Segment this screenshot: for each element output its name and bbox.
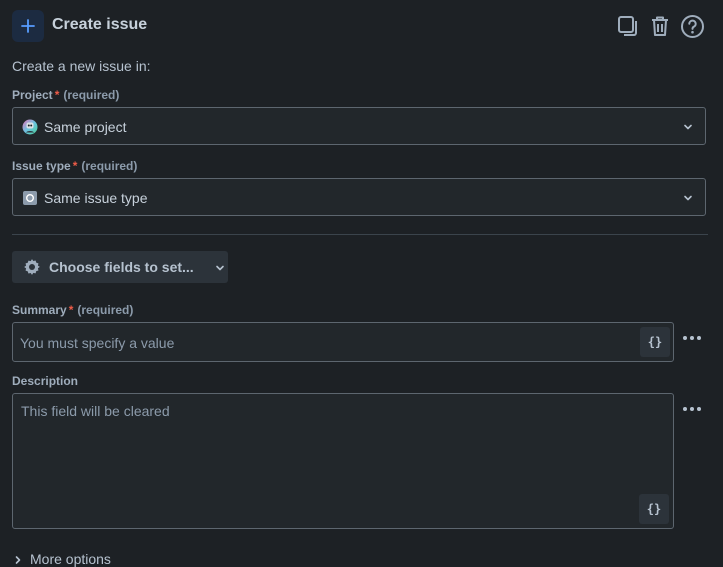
trash-icon <box>652 16 668 36</box>
issue-type-label-text: Issue type <box>12 159 71 173</box>
summary-more-button[interactable] <box>680 330 704 346</box>
summary-label: Summary * (required) <box>12 303 133 317</box>
chevron-down-icon <box>684 195 692 201</box>
issue-type-icon <box>23 191 37 205</box>
create-in-subtitle: Create a new issue in: <box>12 58 151 74</box>
summary-smart-value-button[interactable]: {} <box>640 327 670 357</box>
issue-type-select[interactable]: Same issue type <box>12 178 706 216</box>
issue-type-label: Issue type * (required) <box>12 159 137 173</box>
required-text: (required) <box>81 159 138 173</box>
description-more-button[interactable] <box>680 401 704 417</box>
description-label: Description <box>12 374 79 388</box>
description-placeholder: This field will be cleared <box>21 403 170 419</box>
required-star: * <box>68 303 74 317</box>
help-button[interactable] <box>679 13 705 39</box>
more-options-label: More options <box>30 551 111 567</box>
choose-fields-button[interactable]: Choose fields to set... <box>12 251 228 283</box>
help-icon <box>680 14 704 38</box>
project-label-text: Project <box>12 88 53 102</box>
header-plus-icon <box>12 10 44 42</box>
description-smart-value-button[interactable]: {} <box>639 494 669 524</box>
project-label: Project * (required) <box>12 88 119 102</box>
page-title: Create issue <box>52 16 148 33</box>
more-options-toggle[interactable]: More options <box>14 551 111 567</box>
required-text: (required) <box>63 88 120 102</box>
project-avatar-icon <box>22 119 38 135</box>
copy-button[interactable] <box>615 13 641 39</box>
section-divider <box>12 234 708 235</box>
required-star: * <box>54 88 60 102</box>
choose-fields-label: Choose fields to set... <box>49 259 194 275</box>
required-star: * <box>72 159 78 173</box>
more-horizontal-icon <box>683 407 701 411</box>
issue-type-select-value: Same issue type <box>44 190 148 206</box>
chevron-right-icon <box>15 556 21 565</box>
delete-button[interactable] <box>647 13 673 39</box>
more-horizontal-icon <box>683 336 701 340</box>
copy-icon <box>618 16 637 36</box>
plus-icon <box>21 19 35 33</box>
required-text: (required) <box>77 303 134 317</box>
project-select-value: Same project <box>44 119 127 135</box>
summary-label-text: Summary <box>12 303 67 317</box>
gear-icon <box>24 259 40 275</box>
chevron-down-icon <box>684 124 692 130</box>
project-select[interactable]: Same project <box>12 107 706 145</box>
summary-input[interactable]: You must specify a value <box>12 322 674 362</box>
summary-placeholder: You must specify a value <box>20 335 175 351</box>
chevron-down-icon <box>216 265 224 271</box>
description-textarea[interactable]: This field will be cleared <box>12 393 674 529</box>
